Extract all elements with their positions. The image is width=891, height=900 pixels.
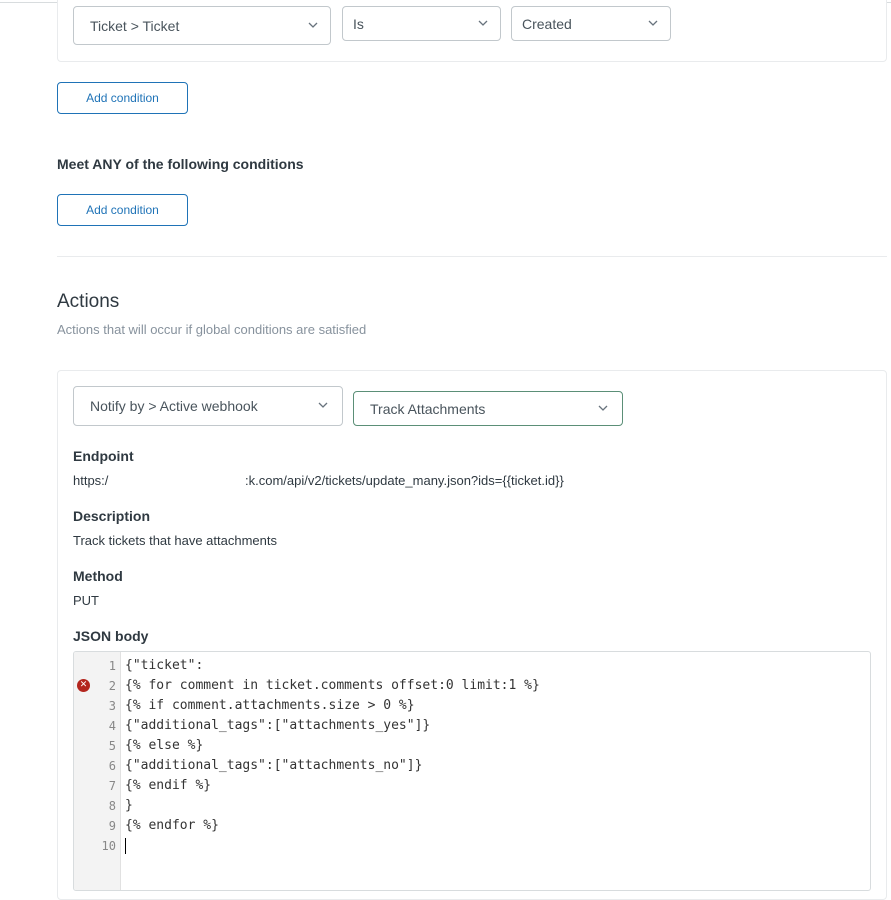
any-conditions-heading: Meet ANY of the following conditions (57, 156, 304, 172)
description-label: Description (73, 508, 151, 524)
line-number: 7 (108, 779, 116, 793)
endpoint-prefix: https:/ (73, 473, 109, 488)
line-number: 6 (108, 759, 116, 773)
code-line: 9 {% endfor %} (74, 816, 864, 836)
line-code: {% for comment in ticket.comments offset… (125, 678, 540, 693)
json-body-label: JSON body (73, 628, 149, 644)
condition-field-value: Ticket > Ticket (90, 17, 180, 34)
actions-subtitle: Actions that will occur if global condit… (57, 322, 367, 337)
method-label: Method (73, 568, 123, 584)
line-code: } (125, 798, 133, 813)
chevron-down-icon (318, 402, 328, 408)
chevron-down-icon (598, 405, 608, 411)
code-line: 5 {% else %} (74, 736, 864, 756)
webhook-select[interactable]: Track Attachments (353, 391, 623, 426)
code-line: 1 {"ticket": (74, 656, 864, 676)
text-cursor (125, 838, 126, 854)
line-number: 3 (108, 699, 116, 713)
code-line: 8} (74, 796, 864, 816)
condition-value-value: Created (522, 15, 572, 32)
webhook-value: Track Attachments (370, 400, 486, 417)
code-line: 3 {% if comment.attachments.size > 0 %} (74, 696, 864, 716)
line-number: 5 (108, 739, 116, 753)
code-line: 4 {"additional_tags":["attachments_yes"]} (74, 716, 864, 736)
line-number: 4 (108, 719, 116, 733)
line-code: {% endif %} (125, 778, 212, 793)
code-line: 10 (74, 836, 864, 856)
line-number: 2 (108, 679, 116, 693)
chevron-down-icon (648, 20, 658, 26)
line-code: {% endfor %} (125, 818, 219, 833)
line-number: 8 (108, 799, 116, 813)
add-condition-all-button[interactable]: Add condition (57, 82, 188, 114)
condition-operator-value: Is (353, 15, 364, 32)
method-value: PUT (73, 593, 99, 608)
line-number: 9 (108, 819, 116, 833)
json-body-editor[interactable]: 1 {"ticket": ✕ 2 {% for comment in ticket.co… (73, 651, 871, 891)
endpoint-label: Endpoint (73, 448, 134, 464)
code-line: ✕ 2 {% for comment in ticket.comments offs… (74, 676, 864, 696)
code-line: 6 {"additional_tags":["attachments_no"]} (74, 756, 864, 776)
line-code: {"ticket": (125, 658, 204, 673)
action-type-select[interactable]: Notify by > Active webhook (73, 386, 343, 426)
line-number: 1 (108, 659, 116, 673)
endpoint-suffix: :k.com/api/v2/tickets/update_many.json?i… (245, 473, 564, 488)
chevron-down-icon (478, 20, 488, 26)
line-number: 10 (101, 839, 116, 853)
section-divider (57, 256, 887, 257)
action-type-value: Notify by > Active webhook (90, 398, 258, 414)
line-code: {% if comment.attachments.size > 0 %} (125, 698, 415, 713)
add-condition-any-button[interactable]: Add condition (57, 194, 188, 226)
line-code: {"additional_tags":["attachments_no"]} (125, 758, 423, 773)
condition-operator-select[interactable]: Is (342, 6, 501, 41)
condition-value-select[interactable]: Created (511, 6, 671, 41)
line-code: {"additional_tags":["attachments_yes"]} (125, 718, 431, 733)
condition-field-select[interactable]: Ticket > Ticket (73, 6, 331, 45)
code-line: 7 {% endif %} (74, 776, 864, 796)
chevron-down-icon (308, 22, 318, 28)
line-code: {% else %} (125, 738, 204, 753)
actions-title: Actions (57, 291, 120, 312)
description-value: Track tickets that have attachments (73, 533, 277, 548)
